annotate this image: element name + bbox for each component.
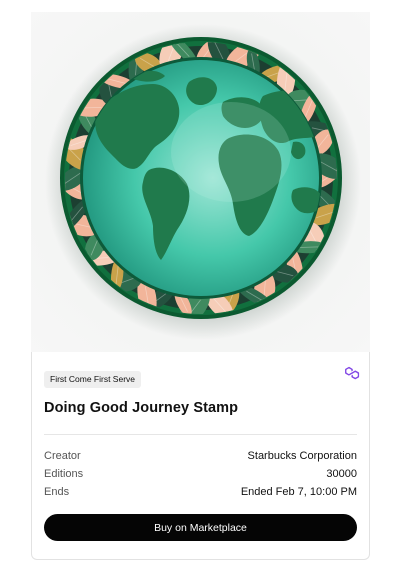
polygon-icon bbox=[345, 366, 360, 380]
detail-value: Ended Feb 7, 10:00 PM bbox=[240, 486, 357, 498]
detail-row-ends: Ends Ended Feb 7, 10:00 PM bbox=[44, 485, 357, 499]
divider bbox=[44, 434, 357, 435]
stamp-title: Doing Good Journey Stamp bbox=[44, 400, 239, 416]
detail-value: 30000 bbox=[326, 468, 357, 480]
detail-label: Editions bbox=[44, 468, 84, 480]
detail-label: Ends bbox=[44, 486, 70, 498]
detail-value: Starbucks Corporation bbox=[247, 450, 357, 462]
stamp-image-panel[interactable] bbox=[31, 12, 370, 352]
detail-label: Creator bbox=[44, 450, 81, 462]
detail-row-creator: Creator Starbucks Corporation bbox=[44, 449, 357, 463]
buy-on-marketplace-button[interactable]: Buy on Marketplace bbox=[44, 514, 357, 541]
stamp-details-card: First Come First Serve Doing Good Journe… bbox=[31, 352, 370, 560]
detail-row-editions: Editions 30000 bbox=[44, 467, 357, 481]
earth-globe-stamp-image bbox=[45, 24, 361, 340]
sale-type-badge: First Come First Serve bbox=[44, 371, 142, 388]
